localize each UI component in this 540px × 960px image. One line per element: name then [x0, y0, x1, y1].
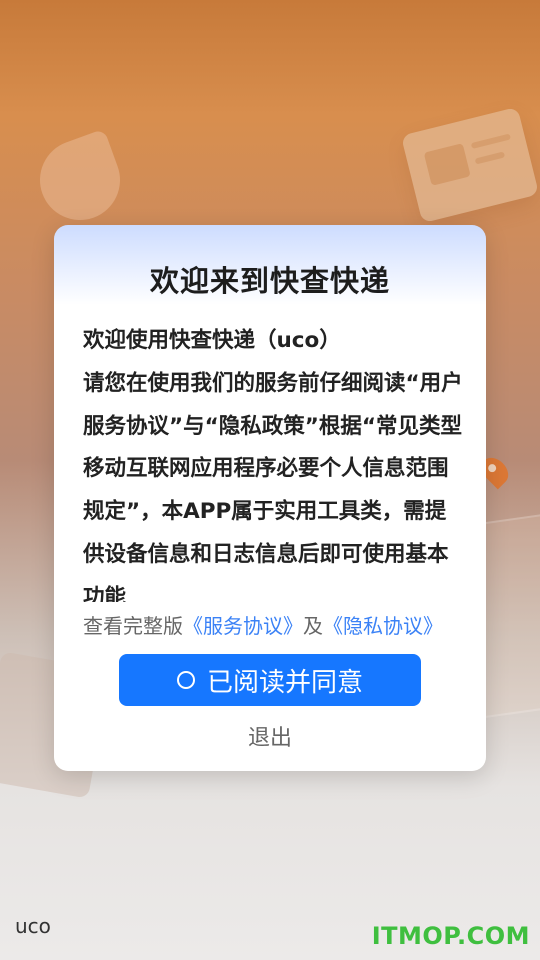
agree-button[interactable]: 已阅读并同意 [119, 654, 421, 706]
radio-unchecked-icon [176, 671, 195, 689]
agreement-links-row: 查看完整版《服务协议》及《隐私协议》 [83, 612, 443, 640]
service-agreement-link[interactable]: 《服务协议》 [183, 614, 303, 638]
background-card-decoration [400, 106, 540, 224]
agreement-text-scroll[interactable]: 欢迎使用快查快递（uco） 请您在使用我们的服务前仔细阅读“用户服务协议”与“隐… [83, 320, 463, 602]
background-leaf-decoration [28, 128, 132, 232]
agreement-text: 欢迎使用快查快递（uco） 请您在使用我们的服务前仔细阅读“用户服务协议”与“隐… [83, 328, 463, 602]
dialog-title: 欢迎来到快查快递 [149, 264, 390, 298]
footer-app-name: uco [15, 914, 51, 938]
screen: 欢迎来到快查快递 欢迎使用快查快递（uco） 请您在使用我们的服务前仔细阅读“用… [0, 0, 540, 960]
links-prefix: 查看完整版 [83, 614, 183, 638]
watermark-logo: ITMOP.COM [371, 922, 530, 950]
exit-button[interactable]: 退出 [0, 720, 540, 752]
links-conjunction: 及 [303, 614, 323, 638]
agree-button-label: 已阅读并同意 [206, 667, 363, 698]
privacy-agreement-link[interactable]: 《隐私协议》 [323, 614, 443, 638]
